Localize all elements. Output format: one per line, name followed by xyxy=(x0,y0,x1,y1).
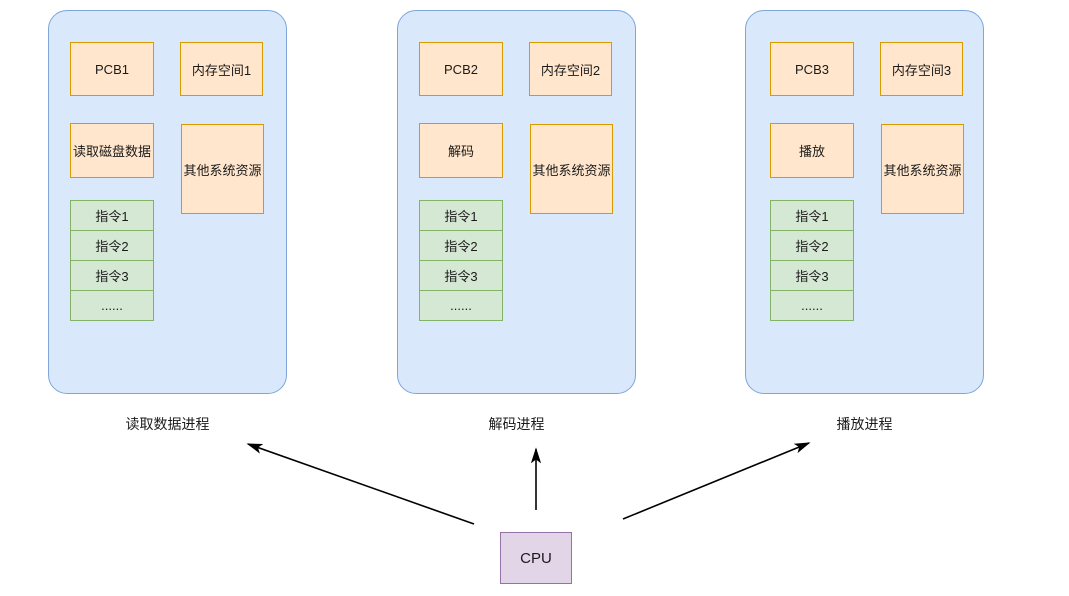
instruction-label-3-4: ...... xyxy=(801,298,823,313)
pcb-label-1: PCB1 xyxy=(95,61,129,77)
resources-label-3: 其他系统资源 xyxy=(883,162,962,178)
task-box-2[interactable]: 解码 xyxy=(419,123,503,178)
process-caption-read: 读取数据进程 xyxy=(125,416,210,432)
instruction-label-3-3: 指令3 xyxy=(795,269,829,284)
instruction-box-3-1[interactable]: 指令1 xyxy=(770,200,854,231)
process-caption-decode: 解码进程 xyxy=(488,416,545,432)
process-caption-play: 播放进程 xyxy=(836,416,893,432)
instruction-label-1-3: 指令3 xyxy=(95,269,129,284)
task-label-2: 解码 xyxy=(447,144,474,159)
resources-box-2[interactable]: 其他系统资源 xyxy=(530,124,613,214)
cpu-label: CPU xyxy=(520,549,552,567)
diagram-canvas: PCB1 内存空间1 读取磁盘数据 其他系统资源 指令1 指令2 指令3 ...… xyxy=(0,0,1069,596)
instruction-label-1-2: 指令2 xyxy=(95,239,129,254)
instruction-label-1-1: 指令1 xyxy=(95,209,129,224)
instruction-box-1-4[interactable]: ...... xyxy=(70,290,154,321)
task-label-3: 播放 xyxy=(798,144,825,159)
pcb-box-2[interactable]: PCB2 xyxy=(419,42,503,96)
memory-label-3: 内存空间3 xyxy=(891,62,952,78)
instruction-label-2-4: ...... xyxy=(450,298,472,313)
memory-box-1[interactable]: 内存空间1 xyxy=(180,42,263,96)
resources-label-2: 其他系统资源 xyxy=(532,162,611,178)
memory-box-2[interactable]: 内存空间2 xyxy=(529,42,612,96)
instruction-box-2-1[interactable]: 指令1 xyxy=(419,200,503,231)
task-label-1: 读取磁盘数据 xyxy=(72,144,151,159)
pcb-box-3[interactable]: PCB3 xyxy=(770,42,854,96)
instruction-box-3-4[interactable]: ...... xyxy=(770,290,854,321)
instruction-box-1-3[interactable]: 指令3 xyxy=(70,260,154,291)
instruction-box-2-4[interactable]: ...... xyxy=(419,290,503,321)
instruction-box-3-3[interactable]: 指令3 xyxy=(770,260,854,291)
instruction-label-2-2: 指令2 xyxy=(444,239,478,254)
pcb-box-1[interactable]: PCB1 xyxy=(70,42,154,96)
instruction-box-3-2[interactable]: 指令2 xyxy=(770,230,854,261)
memory-box-3[interactable]: 内存空间3 xyxy=(880,42,963,96)
instruction-label-1-4: ...... xyxy=(101,298,123,313)
arrow-cpu-to-read-process xyxy=(246,443,475,525)
resources-label-1: 其他系统资源 xyxy=(183,162,262,178)
task-box-1[interactable]: 读取磁盘数据 xyxy=(70,123,154,178)
pcb-label-3: PCB3 xyxy=(795,61,829,77)
pcb-label-2: PCB2 xyxy=(444,61,478,77)
memory-label-1: 内存空间1 xyxy=(191,62,252,78)
resources-box-1[interactable]: 其他系统资源 xyxy=(181,124,264,214)
task-box-3[interactable]: 播放 xyxy=(770,123,854,178)
instruction-box-2-3[interactable]: 指令3 xyxy=(419,260,503,291)
instruction-label-3-2: 指令2 xyxy=(795,239,829,254)
instruction-box-1-1[interactable]: 指令1 xyxy=(70,200,154,231)
instruction-box-2-2[interactable]: 指令2 xyxy=(419,230,503,261)
cpu-box[interactable]: CPU xyxy=(500,532,572,584)
instruction-label-3-1: 指令1 xyxy=(795,209,829,224)
instruction-box-1-2[interactable]: 指令2 xyxy=(70,230,154,261)
arrow-cpu-to-play-process xyxy=(622,442,811,520)
instruction-label-2-3: 指令3 xyxy=(444,269,478,284)
instruction-label-2-1: 指令1 xyxy=(444,209,478,224)
resources-box-3[interactable]: 其他系统资源 xyxy=(881,124,964,214)
memory-label-2: 内存空间2 xyxy=(540,62,601,78)
